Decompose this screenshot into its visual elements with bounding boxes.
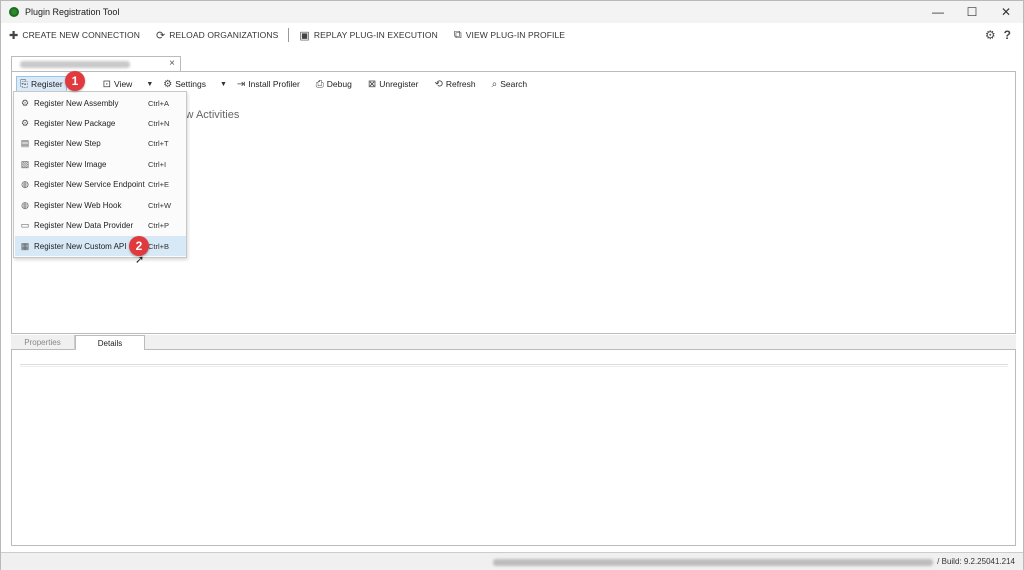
close-button[interactable]: ✕: [989, 1, 1023, 23]
settings-label: Settings: [175, 79, 206, 89]
install-profiler-button[interactable]: ⇥ Install Profiler: [235, 76, 302, 92]
step-icon: ▤: [20, 137, 30, 148]
details-panel: [11, 350, 1016, 546]
connection-info-redacted: [493, 559, 933, 566]
profile-icon: ⧉: [453, 28, 462, 41]
assembly-icon: ⚙: [20, 97, 30, 108]
unregister-icon: ⊠: [367, 78, 377, 90]
help-icon[interactable]: ?: [1004, 28, 1011, 42]
unregister-button[interactable]: ⊠ Unregister: [366, 76, 421, 92]
menu-item-label: Register New Web Hook: [34, 200, 122, 210]
custom-api-icon: ▦: [20, 240, 30, 251]
menu-item-shortcut: Ctrl+T: [148, 138, 169, 148]
tab-details[interactable]: Details: [75, 335, 145, 350]
window-controls: — ☐ ✕: [921, 1, 1023, 23]
menu-item-label: Register New Service Endpoint: [34, 179, 145, 189]
search-icon: ⌕: [491, 78, 498, 90]
build-version: / Build: 9.2.25041.214: [937, 557, 1015, 566]
minimize-button[interactable]: —: [921, 1, 955, 23]
package-icon: ⚙: [20, 117, 30, 128]
menu-item-register-web-hook[interactable]: ◍ Register New Web Hook Ctrl+W: [15, 195, 186, 215]
debug-button[interactable]: ⎙ Debug: [314, 76, 354, 92]
unregister-label: Unregister: [379, 79, 419, 89]
menu-item-label: Register New Image: [34, 159, 107, 169]
settings-gear-icon: ⚙: [163, 78, 173, 90]
menu-item-register-service-endpoint[interactable]: ◍ Register New Service Endpoint Ctrl+E: [15, 174, 186, 194]
tab-properties[interactable]: Properties: [11, 335, 75, 350]
view-profile-button[interactable]: ⧉ VIEW PLUG-IN PROFILE: [454, 29, 565, 42]
view-label: View: [114, 79, 133, 89]
bottom-tab-strip: Properties Details: [11, 335, 1016, 350]
details-divider: [20, 364, 1008, 367]
command-bar: ✚ CREATE NEW CONNECTION ⟳ RELOAD ORGANIZ…: [1, 24, 1023, 46]
create-connection-button[interactable]: ✚ CREATE NEW CONNECTION: [9, 29, 140, 42]
search-label: Search: [500, 79, 528, 89]
view-button[interactable]: ⊡ View: [101, 76, 135, 92]
reload-organizations-label: RELOAD ORGANIZATIONS: [169, 30, 279, 40]
search-button[interactable]: ⌕ Search: [490, 76, 530, 92]
connection-tab[interactable]: ×: [11, 56, 181, 72]
title-bar: Plugin Registration Tool — ☐ ✕: [1, 1, 1023, 23]
replay-execution-button[interactable]: ▣ REPLAY PLUG-IN EXECUTION: [299, 29, 437, 42]
reload-organizations-button[interactable]: ⟳ RELOAD ORGANIZATIONS: [156, 29, 278, 42]
app-window: Plugin Registration Tool — ☐ ✕ ✚ CREATE …: [0, 0, 1024, 570]
gear-icon[interactable]: ⚙: [985, 28, 996, 42]
install-profiler-icon: ⇥: [236, 78, 246, 90]
view-profile-label: VIEW PLUG-IN PROFILE: [465, 30, 566, 40]
menu-item-shortcut: Ctrl+N: [148, 118, 170, 128]
web-hook-icon: ◍: [21, 199, 29, 210]
menu-item-register-data-provider[interactable]: ▭ Register New Data Provider Ctrl+P: [15, 215, 186, 235]
menu-item-register-assembly[interactable]: ⚙ Register New Assembly Ctrl+A: [15, 93, 186, 113]
refresh-button[interactable]: ⟲ Refresh: [432, 76, 477, 92]
plus-icon: ✚: [9, 29, 19, 42]
menu-item-shortcut: Ctrl+E: [148, 179, 170, 189]
command-bar-right: ⚙ ?: [985, 28, 1011, 42]
menu-item-register-package[interactable]: ⚙ Register New Package Ctrl+N: [15, 113, 186, 133]
window-title: Plugin Registration Tool: [25, 7, 120, 17]
debug-label: Debug: [326, 79, 352, 89]
menu-item-label: Register New Package: [34, 118, 116, 128]
register-button[interactable]: ⎘ Register: [16, 76, 67, 92]
menu-item-register-step[interactable]: ▤ Register New Step Ctrl+T: [15, 133, 186, 153]
app-icon: [9, 7, 19, 17]
data-provider-icon: ▭: [20, 219, 30, 230]
register-label: Register: [31, 79, 63, 89]
install-profiler-label: Install Profiler: [248, 79, 300, 89]
menu-item-register-image[interactable]: ▧ Register New Image Ctrl+I: [15, 154, 186, 174]
view-icon: ⊡: [102, 78, 112, 90]
image-icon: ▧: [20, 158, 30, 169]
command-separator: [288, 28, 290, 42]
refresh-icon: ⟲: [434, 78, 443, 90]
menu-item-shortcut: Ctrl+I: [148, 159, 167, 169]
register-icon: ⎘: [20, 78, 28, 90]
register-dropdown-menu: ⚙ Register New Assembly Ctrl+A ⚙ Registe…: [13, 91, 187, 258]
service-endpoint-icon: ◍: [21, 178, 29, 189]
menu-item-label: Register New Data Provider: [34, 220, 134, 230]
menu-item-label: Register New Assembly: [34, 98, 119, 108]
maximize-button[interactable]: ☐: [955, 1, 989, 23]
connection-name-redacted: [20, 61, 130, 68]
menu-item-shortcut: Ctrl+P: [148, 220, 170, 230]
settings-dropdown-arrow[interactable]: ▼: [220, 81, 227, 88]
debug-icon: ⎙: [315, 78, 324, 90]
status-bar: / Build: 9.2.25041.214: [1, 552, 1023, 570]
close-tab-icon[interactable]: ×: [169, 58, 175, 69]
replay-execution-label: REPLAY PLUG-IN EXECUTION: [313, 30, 438, 40]
mouse-cursor-icon: ➚: [135, 254, 145, 266]
menu-item-shortcut: Ctrl+W: [148, 200, 172, 210]
create-connection-label: CREATE NEW CONNECTION: [22, 30, 140, 40]
menu-item-shortcut: Ctrl+B: [148, 241, 170, 251]
settings-button[interactable]: ⚙ Settings: [161, 76, 208, 92]
menu-item-label: Register New Step: [34, 138, 101, 148]
refresh-label: Refresh: [445, 79, 476, 89]
step-1-callout: 1: [65, 71, 85, 91]
menu-item-shortcut: Ctrl+A: [148, 98, 170, 108]
menu-item-register-custom-api[interactable]: ▦ Register New Custom API Ctrl+B: [15, 236, 186, 256]
view-dropdown-arrow[interactable]: ▼: [146, 81, 153, 88]
replay-icon: ▣: [299, 29, 310, 42]
reload-icon: ⟳: [155, 29, 166, 42]
